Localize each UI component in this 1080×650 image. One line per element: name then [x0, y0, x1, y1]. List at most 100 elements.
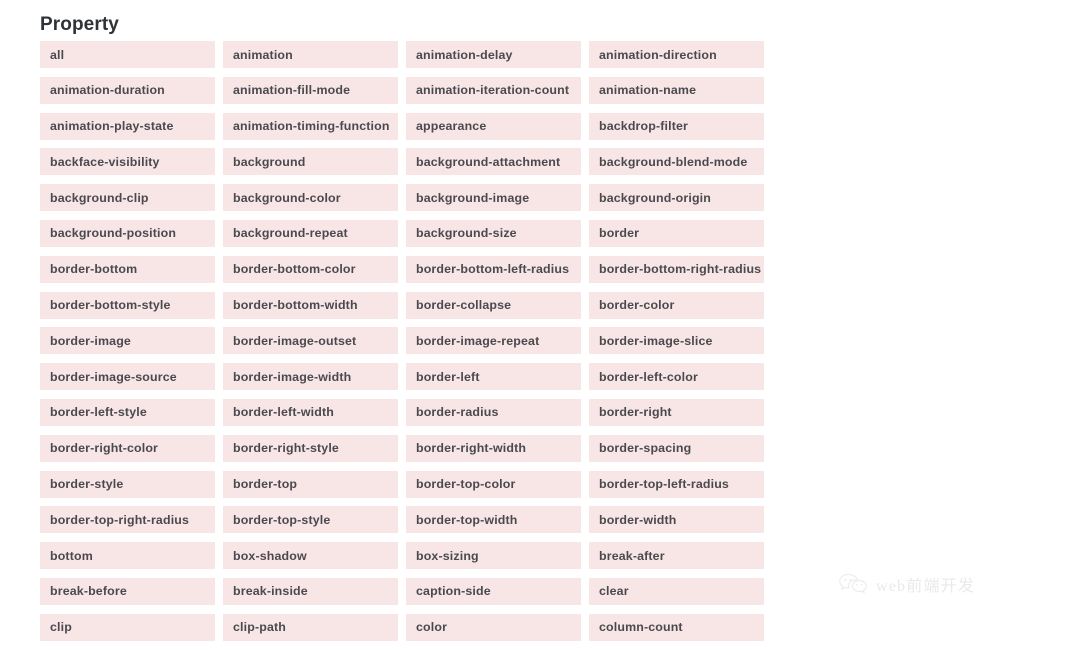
property-cell[interactable]: border-right	[589, 398, 764, 426]
property-cell[interactable]: box-shadow	[223, 542, 398, 570]
property-cell[interactable]: border-right-color	[40, 434, 215, 462]
property-name: border-style	[50, 477, 124, 492]
property-cell[interactable]: border-right-style	[223, 434, 398, 462]
property-cell[interactable]: border	[589, 219, 764, 247]
property-cell[interactable]: border-image	[40, 327, 215, 355]
property-cell[interactable]: background-repeat	[223, 219, 398, 247]
property-cell[interactable]: border-left-width	[223, 398, 398, 426]
property-name: animation-delay	[416, 47, 513, 62]
property-name: background	[233, 154, 306, 169]
property-cell[interactable]: border-bottom-width	[223, 291, 398, 319]
property-cell[interactable]: box-sizing	[406, 542, 581, 570]
property-cell[interactable]: all	[40, 41, 215, 68]
property-cell[interactable]: border-image-slice	[589, 327, 764, 355]
property-cell[interactable]: border-image-width	[223, 363, 398, 391]
property-cell[interactable]: border-bottom-right-radius	[589, 255, 764, 283]
property-cell[interactable]: animation-play-state	[40, 112, 215, 140]
property-cell[interactable]: break-before	[40, 577, 215, 605]
property-cell[interactable]: animation-duration	[40, 76, 215, 104]
property-cell[interactable]: border-spacing	[589, 434, 764, 462]
property-cell[interactable]: backface-visibility	[40, 148, 215, 176]
property-cell[interactable]: border-top-width	[406, 506, 581, 534]
property-cell[interactable]: background-size	[406, 219, 581, 247]
property-name: background-repeat	[233, 226, 348, 241]
property-cell[interactable]: border-width	[589, 506, 764, 534]
property-name: animation-name	[599, 83, 697, 98]
property-name: animation-iteration-count	[416, 83, 570, 98]
property-name: border-image	[50, 333, 131, 348]
property-name: all	[50, 47, 65, 62]
property-name: background-clip	[50, 190, 149, 205]
property-name: border-bottom-style	[50, 298, 171, 313]
property-cell[interactable]: border-top-color	[406, 470, 581, 498]
property-row: border-style border-top border-top-color bo…	[40, 470, 766, 498]
property-cell[interactable]: animation	[223, 41, 398, 68]
property-name: column-count	[599, 620, 683, 635]
property-cell[interactable]: appearance	[406, 112, 581, 140]
property-cell[interactable]: background-blend-mode	[589, 148, 764, 176]
property-cell[interactable]: caption-side	[406, 577, 581, 605]
property-cell[interactable]: border-top	[223, 470, 398, 498]
property-row: border-top-right-radius border-top-style b…	[40, 506, 766, 534]
watermark: web前端开发	[838, 572, 975, 596]
property-cell[interactable]: background-position	[40, 219, 215, 247]
property-cell[interactable]: color	[406, 613, 581, 641]
property-cell[interactable]: border-bottom	[40, 255, 215, 283]
property-cell[interactable]: border-image-source	[40, 363, 215, 391]
property-cell[interactable]: animation-direction	[589, 41, 764, 68]
property-cell[interactable]: border-bottom-left-radius	[406, 255, 581, 283]
property-cell[interactable]: border-image-outset	[223, 327, 398, 355]
property-cell[interactable]: background-attachment	[406, 148, 581, 176]
property-cell[interactable]: background-image	[406, 184, 581, 212]
property-name: border-left	[416, 369, 480, 384]
property-cell[interactable]: border-top-right-radius	[40, 506, 215, 534]
property-cell[interactable]: animation-iteration-count	[406, 76, 581, 104]
property-row: animation-duration animation-fill-mode ani…	[40, 76, 766, 104]
property-cell[interactable]: background-origin	[589, 184, 764, 212]
property-cell[interactable]: border-top-style	[223, 506, 398, 534]
property-cell[interactable]: background-color	[223, 184, 398, 212]
property-cell[interactable]: border-color	[589, 291, 764, 319]
property-row: border-left-style border-left-width border…	[40, 398, 766, 426]
property-grid: all animation animation-delay animation-dir…	[40, 41, 766, 650]
property-cell[interactable]: column-count	[589, 613, 764, 641]
property-name: color	[416, 620, 448, 635]
property-cell[interactable]: clip-path	[223, 613, 398, 641]
property-cell[interactable]: break-inside	[223, 577, 398, 605]
property-cell[interactable]: backdrop-filter	[589, 112, 764, 140]
property-cell[interactable]: break-after	[589, 542, 764, 570]
property-cell[interactable]: animation-fill-mode	[223, 76, 398, 104]
property-name: break-inside	[233, 584, 308, 599]
property-cell[interactable]: background	[223, 148, 398, 176]
property-row: background-position background-repeat back…	[40, 219, 766, 247]
property-cell[interactable]: border-image-repeat	[406, 327, 581, 355]
property-name: background-size	[416, 226, 517, 241]
property-cell[interactable]: border-bottom-color	[223, 255, 398, 283]
property-cell[interactable]: animation-delay	[406, 41, 581, 68]
property-name: border-right-color	[50, 441, 159, 456]
property-cell[interactable]: border-right-width	[406, 434, 581, 462]
property-name: border-bottom	[50, 262, 138, 277]
property-name: animation-duration	[50, 83, 165, 98]
property-cell[interactable]: border-top-left-radius	[589, 470, 764, 498]
property-cell[interactable]: clear	[589, 577, 764, 605]
property-name: border-image-source	[50, 369, 177, 384]
property-cell[interactable]: animation-timing-function	[223, 112, 398, 140]
property-cell[interactable]: bottom	[40, 542, 215, 570]
property-row: border-bottom border-bottom-color border-b…	[40, 255, 766, 283]
property-cell[interactable]: clip	[40, 613, 215, 641]
property-cell[interactable]: border-left	[406, 363, 581, 391]
property-cell[interactable]: border-radius	[406, 398, 581, 426]
property-name: animation-direction	[599, 47, 717, 62]
property-cell[interactable]: background-clip	[40, 184, 215, 212]
property-name: background-image	[416, 190, 530, 205]
property-cell[interactable]: border-left-style	[40, 398, 215, 426]
property-cell[interactable]: border-style	[40, 470, 215, 498]
property-cell[interactable]: border-bottom-style	[40, 291, 215, 319]
property-row: animation-play-state animation-timing-fun…	[40, 112, 766, 140]
property-cell[interactable]: border-collapse	[406, 291, 581, 319]
property-name: break-before	[50, 584, 127, 599]
property-cell[interactable]: animation-name	[589, 76, 764, 104]
watermark-label: web前端开发	[876, 578, 976, 595]
property-cell[interactable]: border-left-color	[589, 363, 764, 391]
